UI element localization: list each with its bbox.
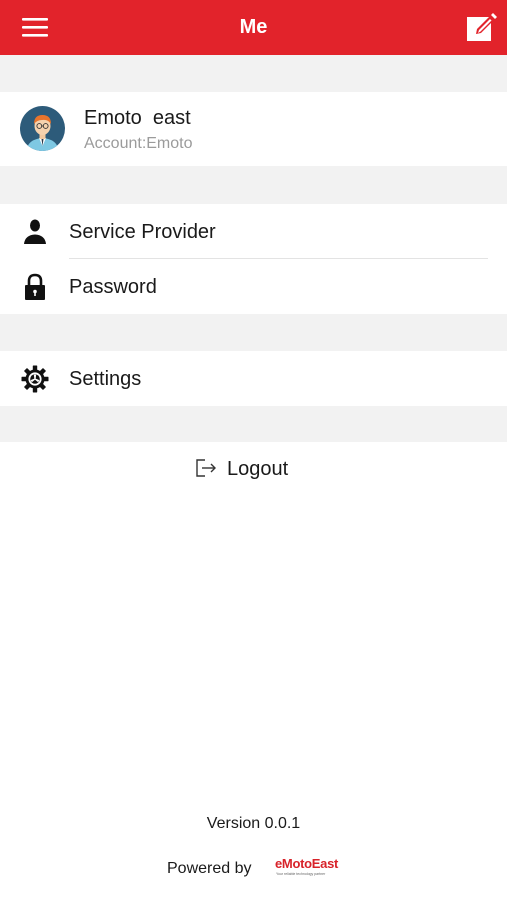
profile-account: Account:Emoto — [84, 135, 193, 152]
password-item[interactable]: Password — [0, 259, 507, 314]
logout-label: Logout — [227, 458, 289, 480]
section-spacer — [0, 55, 507, 92]
profile-name: Emoto east — [84, 107, 191, 129]
section-spacer — [0, 314, 507, 351]
logout-button[interactable]: Logout — [190, 452, 320, 486]
section-spacer — [0, 406, 507, 442]
service-provider-label: Service Provider — [69, 221, 216, 243]
section-spacer — [0, 166, 507, 204]
edit-icon — [467, 13, 497, 41]
top-app-bar: Me — [0, 0, 507, 55]
powered-by-text: Powered by — [167, 860, 252, 877]
gear-icon — [21, 365, 49, 393]
app-version: Version 0.0.1 — [206, 815, 301, 832]
page-title: Me — [239, 16, 268, 38]
avatar-icon — [20, 106, 65, 151]
profile-card[interactable]: Emoto east Account:Emoto — [0, 92, 507, 166]
edit-button[interactable] — [462, 10, 500, 46]
brand-tagline: Your reliable technology partner — [276, 872, 326, 876]
settings-item[interactable]: Settings — [0, 351, 507, 406]
settings-label: Settings — [69, 368, 142, 390]
logout-icon — [196, 459, 216, 477]
person-icon — [24, 219, 46, 244]
brand-name: eMotoEast — [275, 856, 339, 871]
password-label: Password — [69, 276, 157, 298]
service-provider-item[interactable]: Service Provider — [0, 204, 507, 259]
brand-logo: eMotoEast Your reliable technology partn… — [275, 856, 343, 880]
lock-icon — [25, 273, 45, 300]
